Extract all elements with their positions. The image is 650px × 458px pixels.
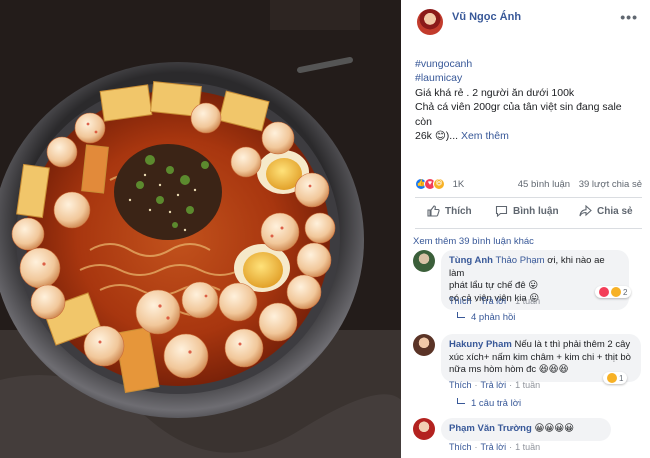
hotpot-illustration bbox=[0, 0, 401, 458]
comment-like-link[interactable]: Thích bbox=[449, 380, 472, 390]
haha-reaction-icon bbox=[611, 287, 621, 297]
thumbs-up-icon bbox=[427, 205, 440, 217]
haha-reaction-icon: 😆 bbox=[433, 178, 445, 190]
divider bbox=[415, 228, 642, 229]
post-text: #vungocanh #laumicay Giá khá rẻ . 2 ngườ… bbox=[415, 57, 640, 143]
replies-label: 4 phản hồi bbox=[471, 312, 516, 323]
hashtag-laumicay[interactable]: #laumicay bbox=[415, 71, 640, 85]
comment-item: Phạm Văn Trường 😀😀😀😀 Thích · Trả lời · 1 tuầ… bbox=[413, 418, 642, 458]
commenter-name[interactable]: Tùng Anh bbox=[449, 255, 493, 266]
comment-time: 1 tuần bbox=[515, 380, 541, 390]
share-label: Chia sẻ bbox=[597, 205, 633, 217]
comment-count[interactable]: 45 bình luận bbox=[518, 179, 570, 190]
comment-text: xúc xích+ nấm kim châm + kim chi + thịt … bbox=[449, 351, 631, 363]
comment-meta: Thích · Trả lời · 1 tuần bbox=[449, 380, 541, 390]
love-reaction-icon bbox=[599, 287, 609, 297]
like-button[interactable]: Thích bbox=[427, 205, 472, 217]
more-options-icon[interactable]: ••• bbox=[620, 9, 638, 25]
reply-arrow-icon bbox=[457, 312, 465, 318]
comment-icon bbox=[495, 205, 508, 217]
comment-reactions[interactable]: 1 bbox=[603, 372, 628, 384]
commenter-avatar[interactable] bbox=[413, 334, 435, 356]
share-button[interactable]: Chia sẻ bbox=[579, 205, 633, 217]
commenter-name[interactable]: Phạm Văn Trường bbox=[449, 423, 532, 434]
share-icon bbox=[579, 205, 592, 217]
action-bar: Thích Bình luận Chia sẻ bbox=[415, 201, 642, 223]
comment-time: 1 tuần bbox=[515, 296, 541, 306]
view-replies-link[interactable]: 4 phản hồi bbox=[457, 312, 515, 323]
commenter-avatar[interactable] bbox=[413, 418, 435, 440]
mention-link[interactable]: Thảo Phạm bbox=[495, 255, 544, 266]
comment-reply-link[interactable]: Trả lời bbox=[481, 296, 507, 306]
comment-reply-link[interactable]: Trả lời bbox=[481, 380, 507, 390]
commenter-name[interactable]: Hakuny Pham bbox=[449, 339, 512, 350]
reaction-count[interactable]: 1K bbox=[453, 179, 465, 190]
post-line-1: Giá khá rẻ . 2 người ăn dưới 100k bbox=[415, 86, 575, 99]
comment-item: Tùng Anh Thảo Phạm ơi, khi nào ae làm ph… bbox=[413, 250, 642, 330]
comment-text: 😀😀😀😀 bbox=[534, 423, 575, 434]
comment-text: Nếu là t thì phải thêm 2 cây bbox=[514, 339, 631, 350]
comment-react-count: 2 bbox=[623, 287, 628, 297]
divider bbox=[415, 197, 642, 198]
post-photo[interactable] bbox=[0, 0, 401, 458]
comment-react-count: 1 bbox=[619, 373, 624, 383]
commenter-avatar[interactable] bbox=[413, 250, 435, 272]
share-count[interactable]: 39 lượt chia sẻ bbox=[579, 179, 642, 190]
post-line-3-text: 26k 😊)... bbox=[415, 130, 459, 143]
post-side-panel: Vũ Ngọc Ánh ••• #vungocanh #laumicay Giá… bbox=[401, 0, 650, 458]
comment-meta: Thích · Trả lời · 1 tuần bbox=[449, 296, 541, 306]
comment-button[interactable]: Bình luận bbox=[495, 205, 559, 217]
see-more-link[interactable]: Xem thêm bbox=[461, 130, 509, 142]
view-replies-link[interactable]: 1 câu trả lời bbox=[457, 398, 521, 409]
comment-like-link[interactable]: Thích bbox=[449, 442, 472, 452]
view-more-comments-link[interactable]: Xem thêm 39 bình luận khác bbox=[413, 236, 534, 247]
comment-bubble: Phạm Văn Trường 😀😀😀😀 bbox=[441, 418, 611, 441]
reaction-bar[interactable]: 👍 ♥ 😆 1K 45 bình luận 39 lượt chia sẻ bbox=[415, 178, 642, 194]
post-line-2: Chả cá viên 200gr của tân việt sin đang … bbox=[415, 101, 622, 128]
author-avatar[interactable] bbox=[417, 9, 443, 35]
author-name[interactable]: Vũ Ngọc Ánh bbox=[452, 11, 521, 23]
reply-arrow-icon bbox=[457, 398, 465, 404]
comment-reactions[interactable]: 2 bbox=[595, 286, 632, 298]
post-line-3: 26k 😊)... Xem thêm bbox=[415, 129, 640, 143]
comment-time: 1 tuần bbox=[515, 442, 541, 452]
comment-meta: Thích · Trả lời · 1 tuần bbox=[449, 442, 541, 452]
replies-label: 1 câu trả lời bbox=[471, 398, 522, 409]
hashtag-vungocanh[interactable]: #vungocanh bbox=[415, 57, 640, 71]
engagement-counts: 45 bình luận 39 lượt chia sẻ bbox=[512, 179, 642, 190]
like-label: Thích bbox=[445, 205, 472, 217]
comment-like-link[interactable]: Thích bbox=[449, 296, 472, 306]
comment-reply-link[interactable]: Trả lời bbox=[481, 442, 507, 452]
post-header: Vũ Ngọc Ánh ••• bbox=[415, 9, 640, 37]
comment-label: Bình luận bbox=[513, 205, 559, 217]
comment-item: Hakuny Pham Nếu là t thì phải thêm 2 cây… bbox=[413, 334, 642, 414]
haha-reaction-icon bbox=[607, 373, 617, 383]
